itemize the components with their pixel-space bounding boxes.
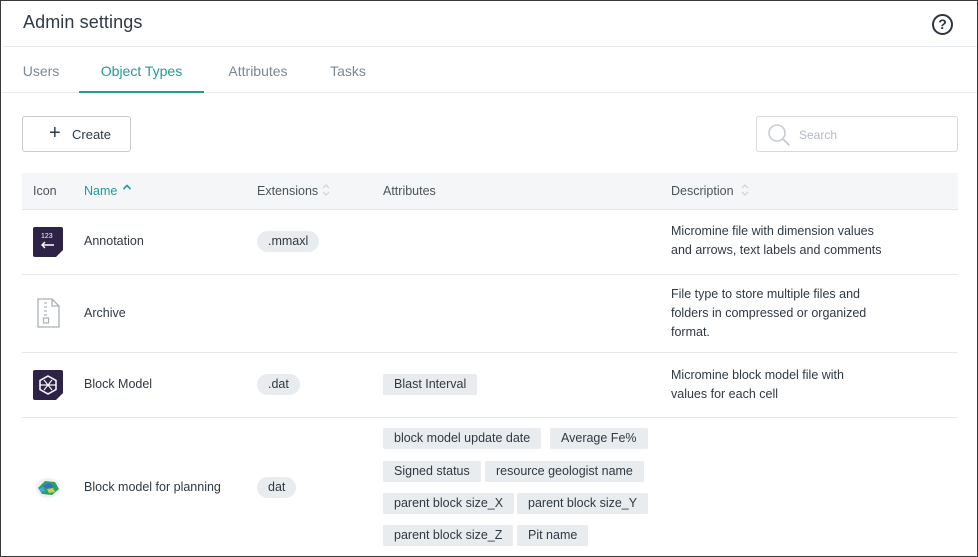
object-type-description: File type to store multiple files and fo…	[671, 285, 901, 342]
extension-chip: .mmaxl	[257, 231, 320, 252]
extension-chip: dat	[257, 477, 297, 498]
column-header-name[interactable]: Name	[84, 184, 117, 198]
column-header-extensions[interactable]: Extensions	[257, 184, 318, 198]
column-header-description[interactable]: Description	[671, 184, 734, 198]
question-circle-icon[interactable]: ?	[932, 14, 953, 35]
attribute-tag: Signed status	[383, 461, 481, 482]
attribute-tag: parent block size_X	[383, 493, 515, 514]
sort-unsorted-icon[interactable]	[740, 182, 750, 198]
description-line: format.	[671, 325, 710, 339]
block-model-planning-icon	[36, 478, 60, 498]
attribute-tag: Blast Interval	[383, 374, 478, 395]
create-button-label: Create	[72, 127, 112, 142]
create-button[interactable]: + Create	[22, 116, 131, 152]
description-line: folders in compressed or organized	[671, 306, 867, 320]
archive-zip-icon	[37, 298, 60, 328]
attribute-tag: parent block size_Z	[383, 525, 514, 546]
object-type-name: Annotation	[84, 234, 144, 248]
table-row[interactable]: Archive File type to store multiple file…	[22, 275, 958, 353]
sort-ascending-icon[interactable]	[122, 182, 132, 198]
search-box[interactable]	[756, 116, 958, 152]
object-type-description: Micromine block model file with values f…	[671, 366, 901, 404]
plus-icon: +	[49, 122, 61, 144]
description-line: and arrows, text labels and comments	[671, 243, 882, 257]
page-header: Admin settings ?	[2, 2, 977, 47]
tab-tasks[interactable]: Tasks	[330, 48, 366, 93]
object-type-name: Block Model	[84, 377, 153, 391]
table-header: Icon Name Extensions Attributes Descript…	[22, 173, 958, 210]
tab-bar: Users Object Types Attributes Tasks	[2, 48, 977, 93]
attribute-tag: resource geologist name	[485, 461, 644, 482]
table-row[interactable]: Block Model .dat Blast Interval Micromin…	[22, 353, 958, 418]
column-header-attributes: Attributes	[383, 184, 436, 198]
search-icon	[768, 124, 790, 146]
description-line: File type to store multiple files and	[671, 287, 860, 301]
tab-users[interactable]: Users	[22, 48, 60, 93]
table-row[interactable]: 123 Annotation .mmaxl Micromine file wit…	[22, 210, 958, 275]
sort-unsorted-icon[interactable]	[321, 182, 331, 198]
tab-attributes[interactable]: Attributes	[224, 48, 292, 93]
attribute-tag: parent block size_Y	[517, 493, 649, 514]
search-input[interactable]	[799, 125, 949, 145]
object-type-description: Micromine file with dimension values and…	[671, 222, 901, 260]
description-line: Micromine block model file with	[671, 368, 844, 382]
block-model-icon	[33, 370, 63, 400]
column-header-icon: Icon	[33, 184, 57, 198]
annotation-icon-digits: 123	[41, 233, 53, 240]
object-type-name: Block model for planning	[84, 480, 221, 494]
attribute-tag: Average Fe%	[550, 428, 648, 449]
admin-settings-window: Admin settings ? Users Object Types Attr…	[0, 0, 978, 557]
annotation-icon: 123	[33, 227, 63, 257]
attribute-tag: Pit name	[517, 525, 589, 546]
page-title: Admin settings	[23, 12, 143, 32]
table-row[interactable]: Block model for planning dat block model…	[22, 418, 958, 556]
description-line: Micromine file with dimension values	[671, 224, 874, 238]
attribute-tag: block model update date	[383, 428, 542, 449]
object-type-name: Archive	[84, 306, 126, 320]
tab-object-types[interactable]: Object Types	[79, 48, 204, 93]
description-line: values for each cell	[671, 387, 779, 401]
extension-chip: .dat	[257, 374, 300, 395]
